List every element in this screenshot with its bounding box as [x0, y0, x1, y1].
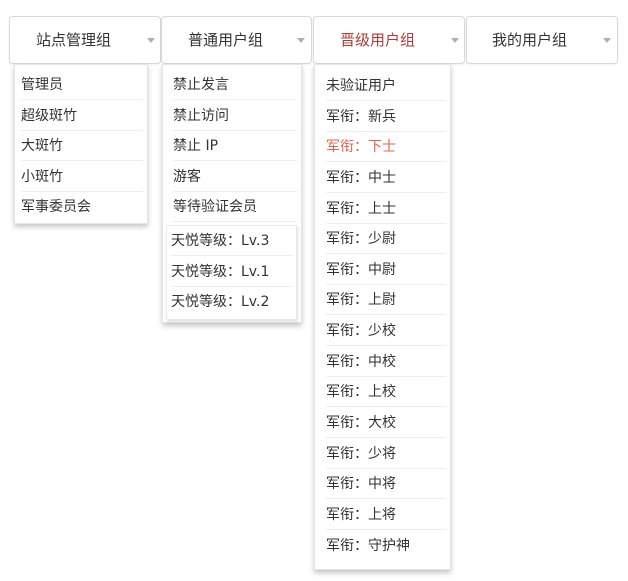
menu-item-rank-major[interactable]: 军衔：少校 — [326, 316, 446, 346]
tab-label: 我的用户组 — [492, 31, 568, 49]
menu-item-guest[interactable]: 游客 — [173, 162, 297, 192]
menu-item-rank-second-lieutenant[interactable]: 军衔：少尉 — [326, 224, 446, 254]
menu-item-level-3[interactable]: 天悦等级：Lv.3 — [171, 226, 292, 256]
menu-item-level-1[interactable]: 天悦等级：Lv.1 — [171, 257, 292, 287]
menu-item-rank-senior-colonel[interactable]: 军衔：大校 — [326, 408, 446, 438]
level-submenu: 天悦等级：Lv.3 天悦等级：Lv.1 天悦等级：Lv.2 — [166, 225, 297, 320]
menu-item-super-moderator[interactable]: 超级斑竹 — [21, 101, 143, 131]
chevron-down-icon — [603, 38, 611, 43]
menu-item-pending-member[interactable]: 等待验证会员 — [173, 192, 297, 222]
promoted-group-menu: 未验证用户 军衔：新兵 军衔：下士 军衔：中士 军衔：上士 军衔：少尉 军衔：中… — [314, 64, 451, 570]
tab-normal-user-group[interactable]: 普通用户组 — [161, 16, 312, 64]
chevron-down-icon — [297, 38, 305, 43]
tab-label: 普通用户组 — [188, 31, 264, 49]
admin-group-menu: 管理员 超级斑竹 大斑竹 小斑竹 军事委员会 — [14, 64, 148, 224]
menu-item-rank-recruit[interactable]: 军衔：新兵 — [326, 102, 446, 132]
tab-my-user-group[interactable]: 我的用户组 — [466, 16, 618, 64]
tab-site-admin-group[interactable]: 站点管理组 — [9, 16, 161, 64]
menu-item-rank-sergeant[interactable]: 军衔：中士 — [326, 163, 446, 193]
tab-label: 晋级用户组 — [340, 31, 416, 49]
tab-label: 站点管理组 — [36, 31, 112, 49]
menu-item-rank-corporal[interactable]: 军衔：下士 — [326, 132, 446, 162]
menu-item-rank-lieutenant-colonel[interactable]: 军衔：中校 — [326, 347, 446, 377]
menu-item-rank-first-lieutenant[interactable]: 军衔：中尉 — [326, 255, 446, 285]
user-group-selector: 站点管理组 普通用户组 晋级用户组 我的用户组 管理员 超级斑竹 大斑竹 小斑竹… — [0, 0, 628, 581]
menu-item-ban-access[interactable]: 禁止访问 — [173, 101, 297, 131]
menu-item-military-committee[interactable]: 军事委员会 — [21, 192, 143, 222]
menu-item-unverified-user[interactable]: 未验证用户 — [326, 71, 446, 101]
menu-item-level-2[interactable]: 天悦等级：Lv.2 — [171, 287, 292, 317]
menu-item-minor-moderator[interactable]: 小斑竹 — [21, 162, 143, 192]
menu-item-rank-captain[interactable]: 军衔：上尉 — [326, 285, 446, 315]
menu-item-ban-ip[interactable]: 禁止 IP — [173, 131, 297, 161]
menu-item-rank-guardian[interactable]: 军衔：守护神 — [326, 531, 446, 561]
tab-promoted-user-group[interactable]: 晋级用户组 — [313, 16, 465, 64]
menu-item-rank-general[interactable]: 军衔：上将 — [326, 500, 446, 530]
menu-item-admin[interactable]: 管理员 — [21, 70, 143, 100]
chevron-down-icon — [451, 38, 459, 43]
menu-item-rank-staff-sergeant[interactable]: 军衔：上士 — [326, 194, 446, 224]
menu-item-rank-lieutenant-general[interactable]: 军衔：中将 — [326, 469, 446, 499]
menu-item-rank-colonel[interactable]: 军衔：上校 — [326, 377, 446, 407]
normal-group-menu: 禁止发言 禁止访问 禁止 IP 游客 等待验证会员 天悦等级：Lv.3 天悦等级… — [162, 64, 302, 323]
chevron-down-icon — [147, 38, 155, 43]
menu-item-ban-speech[interactable]: 禁止发言 — [173, 70, 297, 100]
menu-item-rank-major-general[interactable]: 军衔：少将 — [326, 439, 446, 469]
menu-item-major-moderator[interactable]: 大斑竹 — [21, 131, 143, 161]
